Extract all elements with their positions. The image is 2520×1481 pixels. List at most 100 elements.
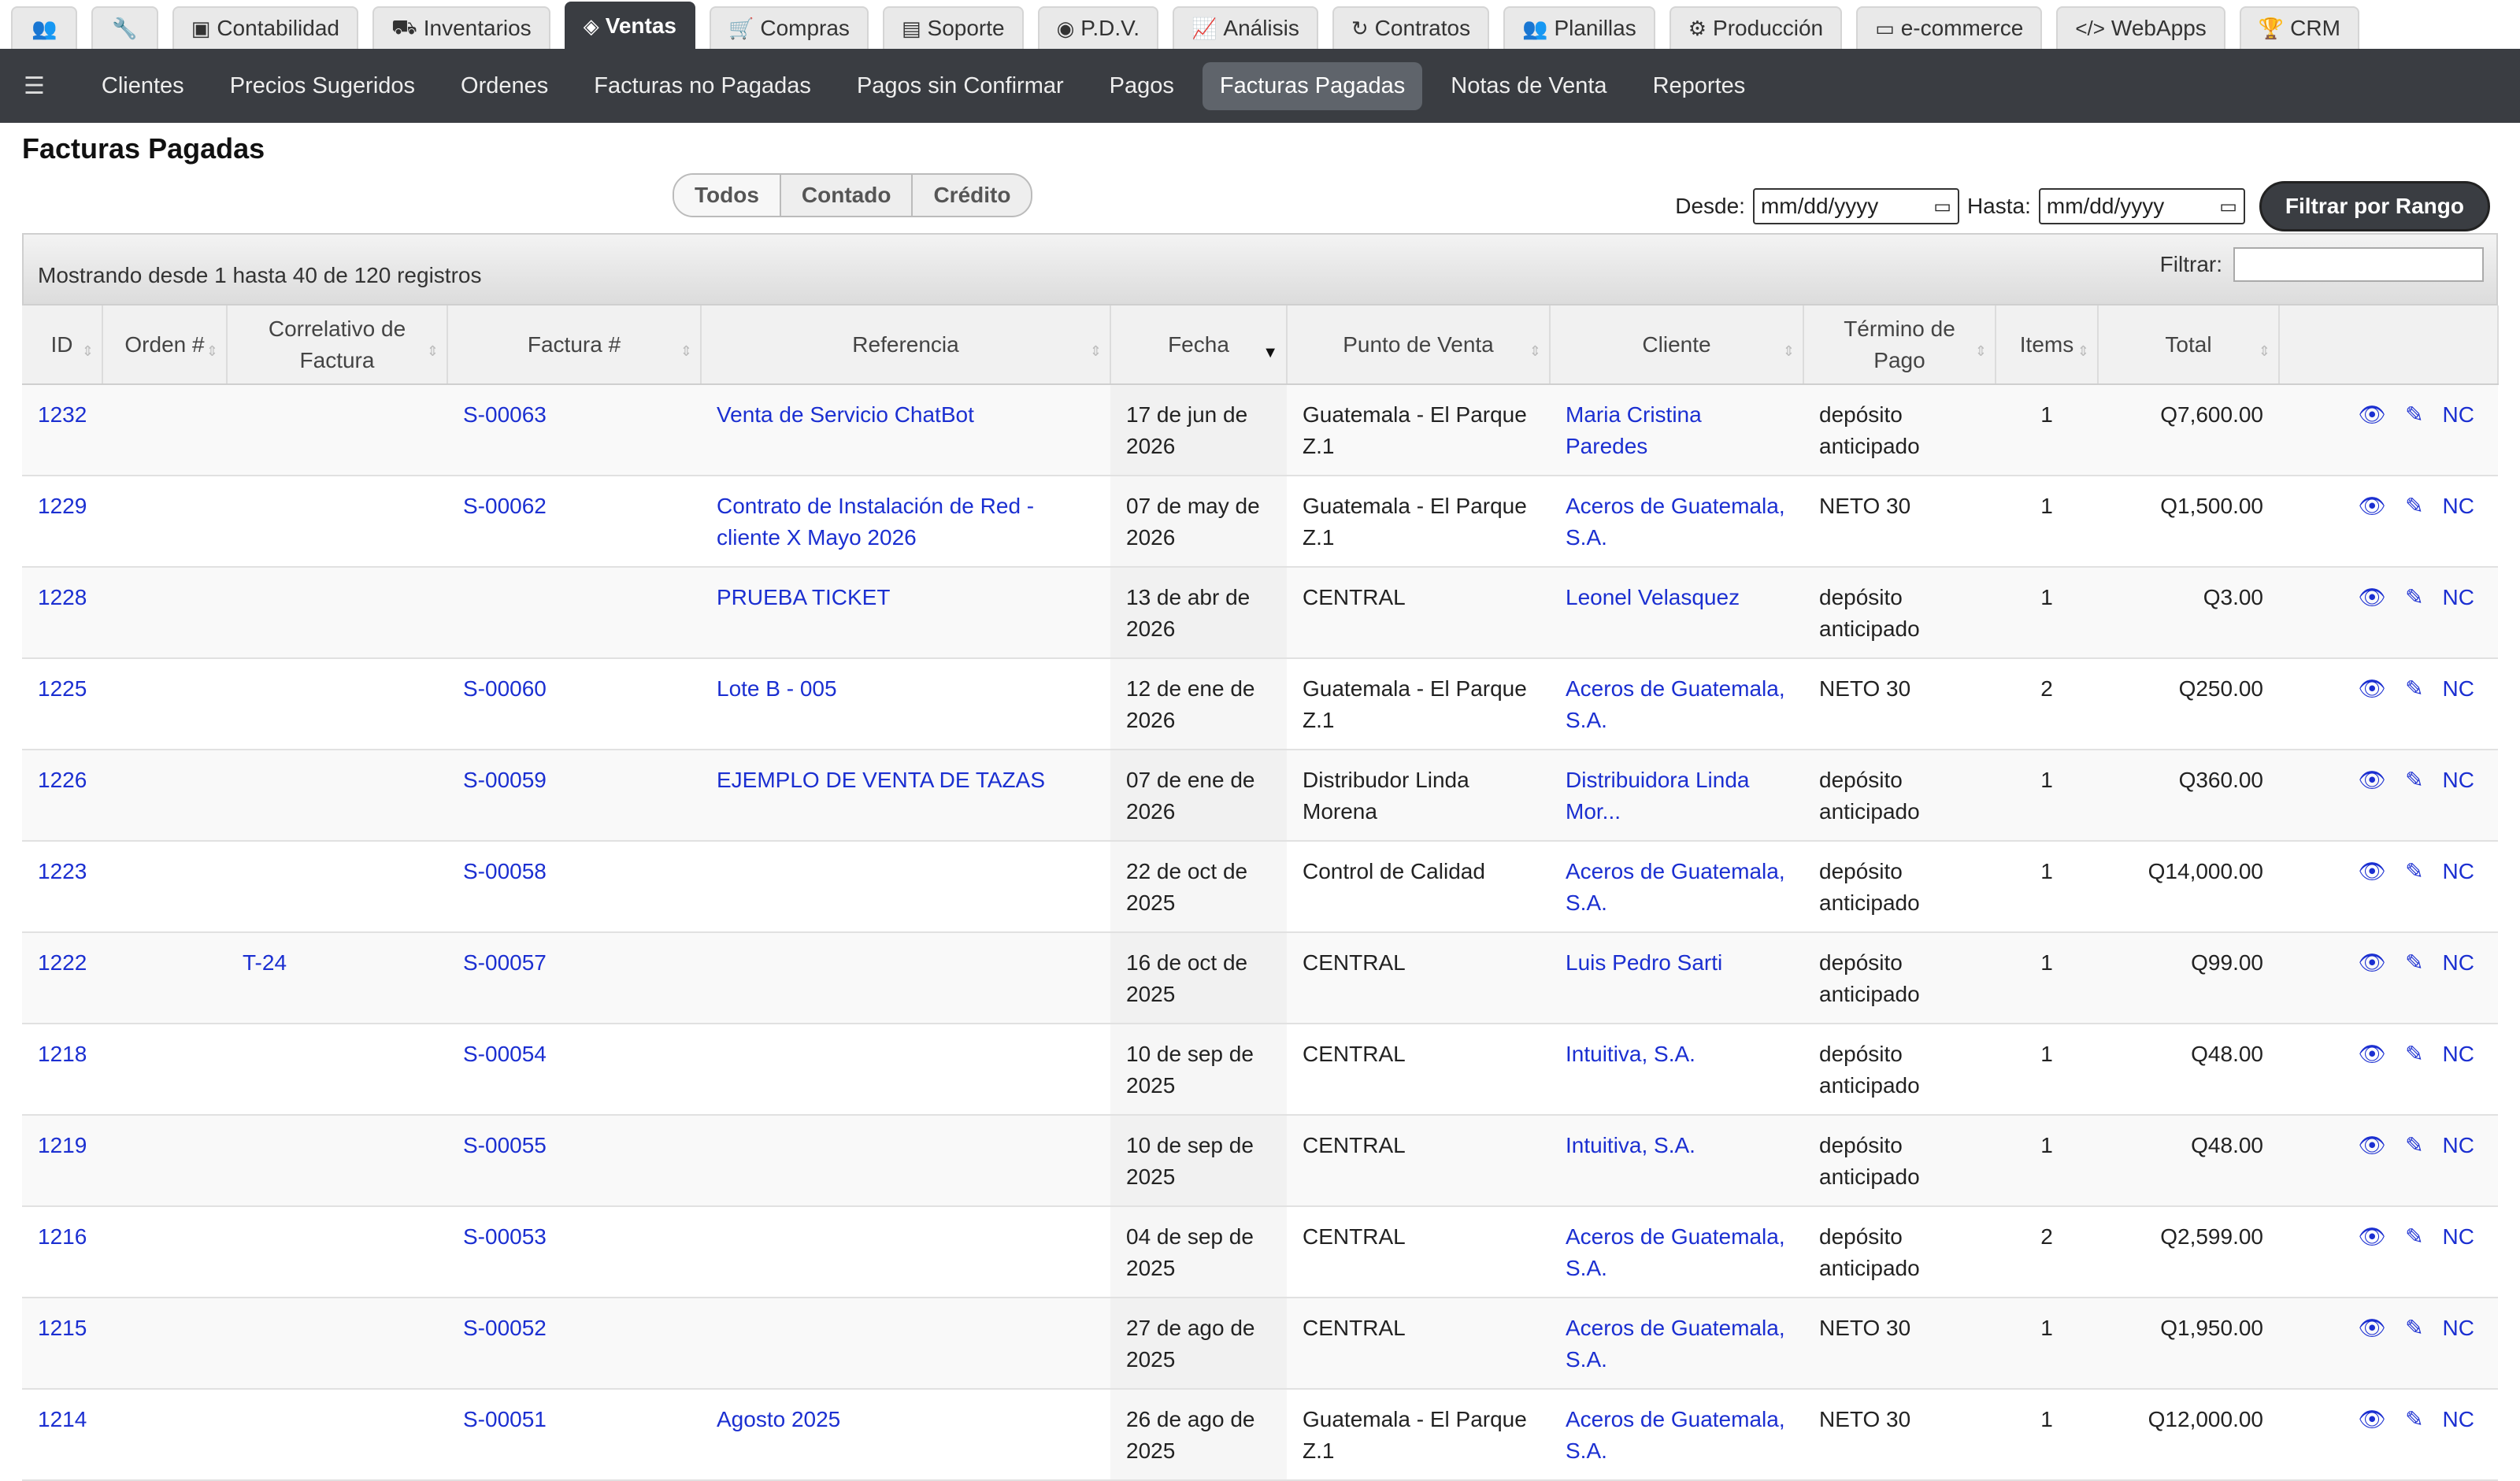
row-factura-link[interactable]: S-00063 [463,402,547,427]
row-cliente-link[interactable]: Intuitiva, S.A. [1566,1042,1695,1066]
module-tab-compras[interactable]: 🛒 Compras [709,6,869,49]
col-fecha[interactable]: Fecha ▼ [1110,305,1288,385]
row-cliente-link[interactable]: Maria Cristina Paredes [1566,402,1702,458]
edit-icon[interactable]: ✎ [2405,491,2423,522]
row-factura-link[interactable]: S-00052 [463,1316,547,1340]
credit-note-link[interactable]: NC [2443,1404,2474,1435]
subnav-item-clientes[interactable]: Clientes [84,62,202,110]
hasta-date-input[interactable]: mm/dd/yyyy ▭ [2038,188,2245,224]
row-referencia-link[interactable]: EJEMPLO DE VENTA DE TAZAS [717,768,1045,792]
row-factura-link[interactable]: S-00058 [463,859,547,883]
credit-note-link[interactable]: NC [2443,1130,2474,1161]
credit-note-link[interactable]: NC [2443,947,2474,979]
credit-note-link[interactable]: NC [2443,765,2474,796]
module-tab-contratos[interactable]: ↻ Contratos [1332,6,1490,49]
credit-note-link[interactable]: NC [2443,1313,2474,1344]
row-id-link[interactable]: 1214 [38,1407,87,1431]
subnav-item-pagos-sin-confirmar[interactable]: Pagos sin Confirmar [839,62,1081,110]
subnav-item-precios-sugeridos[interactable]: Precios Sugeridos [213,62,432,110]
row-id-link[interactable]: 1226 [38,768,87,792]
eye-icon[interactable]: 👁 [2359,1130,2387,1161]
module-tab-contabilidad[interactable]: ▣ Contabilidad [172,6,358,49]
subnav-item-facturas-no-pagadas[interactable]: Facturas no Pagadas [576,62,828,110]
row-referencia-link[interactable]: Agosto 2025 [717,1407,840,1431]
row-cliente-link[interactable]: Leonel Velasquez [1566,585,1740,609]
edit-icon[interactable]: ✎ [2405,399,2423,431]
eye-icon[interactable]: 👁 [2359,1221,2387,1253]
eye-icon[interactable]: 👁 [2359,947,2387,979]
row-cliente-link[interactable]: Intuitiva, S.A. [1566,1133,1695,1157]
row-referencia-link[interactable]: Venta de Servicio ChatBot [717,402,974,427]
row-id-link[interactable]: 1218 [38,1042,87,1066]
row-id-link[interactable]: 1225 [38,676,87,701]
edit-icon[interactable]: ✎ [2405,856,2423,887]
row-factura-link[interactable]: S-00055 [463,1133,547,1157]
row-id-link[interactable]: 1222 [38,950,87,975]
col-termino-pago[interactable]: Término de Pago ⇕ [1803,305,1996,385]
col-cliente[interactable]: Cliente ⇕ [1550,305,1804,385]
col-factura[interactable]: Factura # ⇕ [447,305,702,385]
toggle-todos[interactable]: Todos [674,175,781,216]
col-total[interactable]: Total ⇕ [2098,305,2280,385]
subnav-item-pagos[interactable]: Pagos [1092,62,1191,110]
filter-input[interactable] [2233,247,2484,282]
row-referencia-link[interactable]: Contrato de Instalación de Red - cliente… [717,494,1034,550]
module-tab-users[interactable]: 👥 [11,6,78,49]
eye-icon[interactable]: 👁 [2359,582,2387,613]
calendar-icon[interactable]: ▭ [2219,195,2237,218]
eye-icon[interactable]: 👁 [2359,491,2387,522]
col-items[interactable]: Items ⇕ [1996,305,2099,385]
credit-note-link[interactable]: NC [2443,1039,2474,1070]
row-cliente-link[interactable]: Luis Pedro Sarti [1566,950,1722,975]
module-tab-an-lisis[interactable]: 📈 Análisis [1173,6,1318,49]
row-factura-link[interactable]: S-00051 [463,1407,547,1431]
edit-icon[interactable]: ✎ [2405,1221,2423,1253]
filter-range-button[interactable]: Filtrar por Rango [2259,181,2490,231]
eye-icon[interactable]: 👁 [2359,1313,2387,1344]
row-id-link[interactable]: 1219 [38,1133,87,1157]
row-id-link[interactable]: 1223 [38,859,87,883]
edit-icon[interactable]: ✎ [2405,1130,2423,1161]
desde-date-input[interactable]: mm/dd/yyyy ▭ [1752,188,1959,224]
subnav-item-facturas-pagadas[interactable]: Facturas Pagadas [1202,61,1423,110]
row-factura-link[interactable]: S-00060 [463,676,547,701]
edit-icon[interactable]: ✎ [2405,765,2423,796]
credit-note-link[interactable]: NC [2443,582,2474,613]
row-cliente-link[interactable]: Aceros de Guatemala, S.A. [1566,494,1785,550]
row-cliente-link[interactable]: Aceros de Guatemala, S.A. [1566,1224,1785,1280]
row-id-link[interactable]: 1228 [38,585,87,609]
credit-note-link[interactable]: NC [2443,399,2474,431]
module-tab-ventas[interactable]: ◈ Ventas [564,2,695,49]
row-correlativo-link[interactable]: T-24 [243,950,287,975]
row-id-link[interactable]: 1232 [38,402,87,427]
module-tab-planillas[interactable]: 👥 Planillas [1503,6,1655,49]
edit-icon[interactable]: ✎ [2405,582,2423,613]
col-orden[interactable]: Orden # ⇕ [102,305,228,385]
row-id-link[interactable]: 1215 [38,1316,87,1340]
row-cliente-link[interactable]: Aceros de Guatemala, S.A. [1566,859,1785,915]
module-tab-soporte[interactable]: ▤ Soporte [882,6,1024,49]
eye-icon[interactable]: 👁 [2359,765,2387,796]
row-cliente-link[interactable]: Distribuidora Linda Mor... [1566,768,1749,824]
col-correlativo[interactable]: Correlativo de Factura ⇕ [227,305,448,385]
eye-icon[interactable]: 👁 [2359,399,2387,431]
module-tab-webapps[interactable]: </> WebApps [2056,6,2225,49]
credit-note-link[interactable]: NC [2443,1221,2474,1253]
module-tab-wrench[interactable]: 🔧 [91,6,158,49]
subnav-item-notas-de-venta[interactable]: Notas de Venta [1433,62,1624,110]
credit-note-link[interactable]: NC [2443,856,2474,887]
col-punto-venta[interactable]: Punto de Venta ⇕ [1287,305,1551,385]
eye-icon[interactable]: 👁 [2359,1404,2387,1435]
row-cliente-link[interactable]: Aceros de Guatemala, S.A. [1566,676,1785,732]
edit-icon[interactable]: ✎ [2405,1404,2423,1435]
row-cliente-link[interactable]: Aceros de Guatemala, S.A. [1566,1407,1785,1463]
row-factura-link[interactable]: S-00057 [463,950,547,975]
toggle-contado[interactable]: Contado [781,175,914,216]
row-id-link[interactable]: 1216 [38,1224,87,1249]
row-factura-link[interactable]: S-00059 [463,768,547,792]
row-cliente-link[interactable]: Aceros de Guatemala, S.A. [1566,1316,1785,1372]
module-tab-inventarios[interactable]: ⛟ Inventarios [372,6,550,49]
eye-icon[interactable]: 👁 [2359,1039,2387,1070]
subnav-item-reportes[interactable]: Reportes [1636,62,1763,110]
module-tab-crm[interactable]: 🏆 CRM [2239,6,2359,49]
